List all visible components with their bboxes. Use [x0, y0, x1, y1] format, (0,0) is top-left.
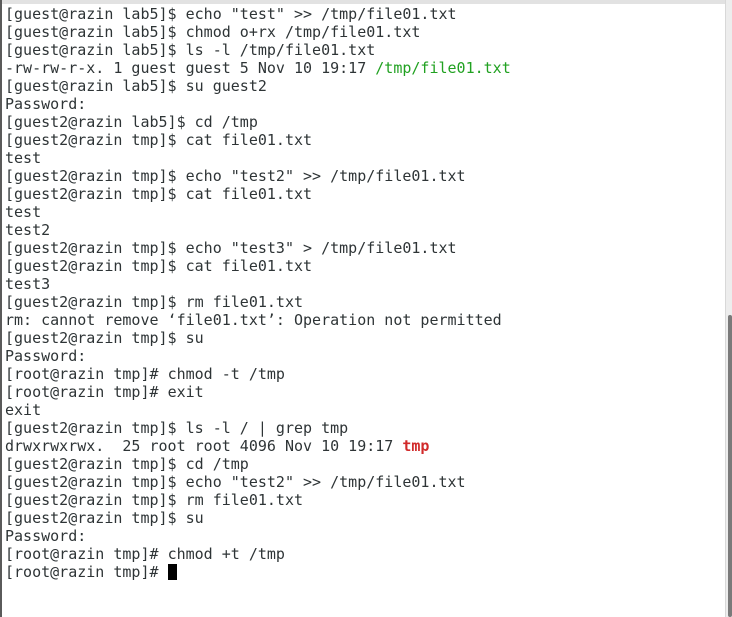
- command-text: chmod o+rx /tmp/file01.txt: [185, 23, 421, 41]
- output-text: drwxrwxrwx. 25 root root 4096 Nov 10 19:…: [5, 437, 403, 455]
- command-line: [guest2@razin tmp]$ rm file01.txt: [5, 491, 721, 509]
- command-text: ls -l / | grep tmp: [185, 419, 349, 437]
- window-top-edge: [0, 0, 732, 4]
- shell-prompt: [guest2@razin tmp]$: [5, 257, 186, 275]
- output-line: exit: [5, 401, 721, 419]
- command-text: echo "test" >> /tmp/file01.txt: [185, 5, 457, 23]
- command-text: su: [185, 509, 204, 527]
- command-line: [guest2@razin tmp]$ ls -l / | grep tmp: [5, 419, 721, 437]
- window-left-edge: [0, 0, 2, 617]
- shell-prompt: [guest2@razin tmp]$: [5, 329, 186, 347]
- output-text: test: [5, 149, 42, 167]
- command-line: [root@razin tmp]# exit: [5, 383, 721, 401]
- command-line: [guest2@razin tmp]$ rm file01.txt: [5, 293, 721, 311]
- text-cursor[interactable]: [167, 564, 177, 580]
- output-line: rm: cannot remove ‘file01.txt’: Operatio…: [5, 311, 721, 329]
- terminal-output[interactable]: [guest@razin lab5]$ echo "test" >> /tmp/…: [5, 5, 721, 581]
- command-text: rm file01.txt: [185, 491, 304, 509]
- output-line: Password:: [5, 527, 721, 545]
- shell-prompt: [guest2@razin tmp]$: [5, 509, 186, 527]
- shell-prompt: [guest2@razin tmp]$: [5, 419, 186, 437]
- output-line: test3: [5, 275, 721, 293]
- command-line: [guest@razin lab5]$ chmod o+rx /tmp/file…: [5, 23, 721, 41]
- shell-prompt: [guest2@razin tmp]$: [5, 473, 186, 491]
- command-line: [guest2@razin tmp]$ cat file01.txt: [5, 185, 721, 203]
- highlighted-path: /tmp/file01.txt: [375, 59, 511, 77]
- shell-prompt: [guest2@razin tmp]$: [5, 131, 186, 149]
- terminal-scrollbar[interactable]: [725, 0, 732, 617]
- output-text: -rw-rw-r-x. 1 guest guest 5 Nov 10 19:17: [5, 59, 376, 77]
- command-text: cd /tmp: [194, 113, 258, 131]
- scrollbar-thumb[interactable]: [728, 315, 732, 617]
- command-line: [guest2@razin tmp]$ cat file01.txt: [5, 257, 721, 275]
- shell-prompt: [guest2@razin tmp]$: [5, 455, 186, 473]
- shell-prompt: [root@razin tmp]#: [5, 545, 168, 563]
- command-text: ls -l /tmp/file01.txt: [185, 41, 376, 59]
- highlighted-path: tmp: [402, 437, 430, 455]
- output-text: Password:: [5, 347, 87, 365]
- command-line: [guest@razin lab5]$ ls -l /tmp/file01.tx…: [5, 41, 721, 59]
- output-line: drwxrwxrwx. 25 root root 4096 Nov 10 19:…: [5, 437, 721, 455]
- output-text: test: [5, 203, 42, 221]
- shell-prompt: [guest2@razin tmp]$: [5, 239, 186, 257]
- shell-prompt: [root@razin tmp]#: [5, 563, 168, 581]
- output-line: test2: [5, 221, 721, 239]
- command-line: [guest2@razin tmp]$ cd /tmp: [5, 455, 721, 473]
- command-text: echo "test2" >> /tmp/file01.txt: [185, 167, 466, 185]
- command-text: cat file01.txt: [185, 131, 313, 149]
- command-text: cat file01.txt: [185, 257, 313, 275]
- command-text: cd /tmp: [185, 455, 249, 473]
- shell-prompt: [guest@razin lab5]$: [5, 23, 186, 41]
- output-line: Password:: [5, 95, 721, 113]
- output-text: exit: [5, 401, 42, 419]
- command-line: [guest2@razin tmp]$ su: [5, 509, 721, 527]
- command-text: chmod -t /tmp: [167, 365, 285, 383]
- command-line: [root@razin tmp]# chmod -t /tmp: [5, 365, 721, 383]
- command-line: [guest@razin lab5]$ su guest2: [5, 77, 721, 95]
- shell-prompt: [root@razin tmp]#: [5, 365, 168, 383]
- shell-prompt: [guest@razin lab5]$: [5, 41, 186, 59]
- command-text: rm file01.txt: [185, 293, 304, 311]
- shell-prompt: [guest2@razin lab5]$: [5, 113, 195, 131]
- command-line: [guest2@razin tmp]$ echo "test2" >> /tmp…: [5, 167, 721, 185]
- output-text: rm: cannot remove ‘file01.txt’: Operatio…: [5, 311, 502, 329]
- shell-prompt: [guest@razin lab5]$: [5, 5, 186, 23]
- command-text: su: [185, 329, 204, 347]
- output-text: test2: [5, 221, 51, 239]
- shell-prompt: [guest2@razin tmp]$: [5, 293, 186, 311]
- output-line: test: [5, 149, 721, 167]
- output-line: Password:: [5, 347, 721, 365]
- command-text: chmod +t /tmp: [167, 545, 285, 563]
- shell-prompt: [guest@razin lab5]$: [5, 77, 186, 95]
- shell-prompt: [guest2@razin tmp]$: [5, 491, 186, 509]
- output-text: test3: [5, 275, 51, 293]
- output-line: test: [5, 203, 721, 221]
- output-line: -rw-rw-r-x. 1 guest guest 5 Nov 10 19:17…: [5, 59, 721, 77]
- command-line: [guest2@razin tmp]$ cat file01.txt: [5, 131, 721, 149]
- shell-prompt: [guest2@razin tmp]$: [5, 167, 186, 185]
- command-text: cat file01.txt: [185, 185, 313, 203]
- command-line: [root@razin tmp]# chmod +t /tmp: [5, 545, 721, 563]
- terminal-window[interactable]: [guest@razin lab5]$ echo "test" >> /tmp/…: [0, 0, 732, 617]
- command-text: su guest2: [185, 77, 267, 95]
- shell-prompt: [root@razin tmp]#: [5, 383, 168, 401]
- command-line: [guest@razin lab5]$ echo "test" >> /tmp/…: [5, 5, 721, 23]
- command-text: echo "test3" > /tmp/file01.txt: [185, 239, 457, 257]
- shell-prompt: [guest2@razin tmp]$: [5, 185, 186, 203]
- output-text: Password:: [5, 95, 87, 113]
- command-line: [guest2@razin lab5]$ cd /tmp: [5, 113, 721, 131]
- output-text: Password:: [5, 527, 87, 545]
- command-line: [guest2@razin tmp]$ su: [5, 329, 721, 347]
- command-line: [guest2@razin tmp]$ echo "test3" > /tmp/…: [5, 239, 721, 257]
- command-text: echo "test2" >> /tmp/file01.txt: [185, 473, 466, 491]
- command-text: exit: [167, 383, 204, 401]
- command-line: [root@razin tmp]#: [5, 563, 721, 581]
- command-line: [guest2@razin tmp]$ echo "test2" >> /tmp…: [5, 473, 721, 491]
